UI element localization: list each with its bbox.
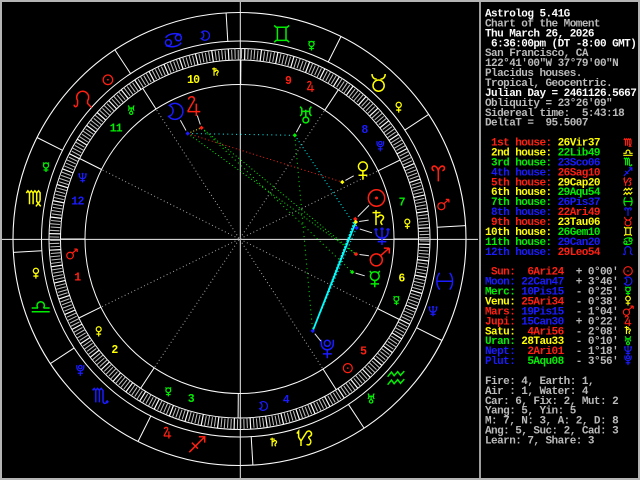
svg-text:2: 2 [111,344,118,357]
svg-text:12: 12 [71,196,84,209]
svg-text:4: 4 [283,394,290,407]
svg-text:DeltaT = 95.5007: DeltaT = 95.5007 [485,118,588,130]
svg-text:5Aqu08: 5Aqu08 [521,356,564,368]
svg-text:12th house:: 12th house: [485,247,552,259]
svg-text:9: 9 [285,75,292,88]
svg-text:29Leo54: 29Leo54 [558,247,601,259]
svg-text:3: 3 [188,393,195,406]
svg-text:10: 10 [187,74,200,87]
svg-text:- 3°56': - 3°56' [576,356,618,368]
svg-text:1: 1 [74,272,81,285]
svg-text:Plut:: Plut: [485,356,515,368]
svg-text:7: 7 [399,196,406,209]
svg-text:8: 8 [361,124,368,137]
svg-text:5: 5 [360,345,367,358]
svg-text:Learn: 7, Share: 3: Learn: 7, Share: 3 [485,436,595,448]
svg-text:11: 11 [110,123,123,136]
svg-text:6: 6 [398,273,405,286]
